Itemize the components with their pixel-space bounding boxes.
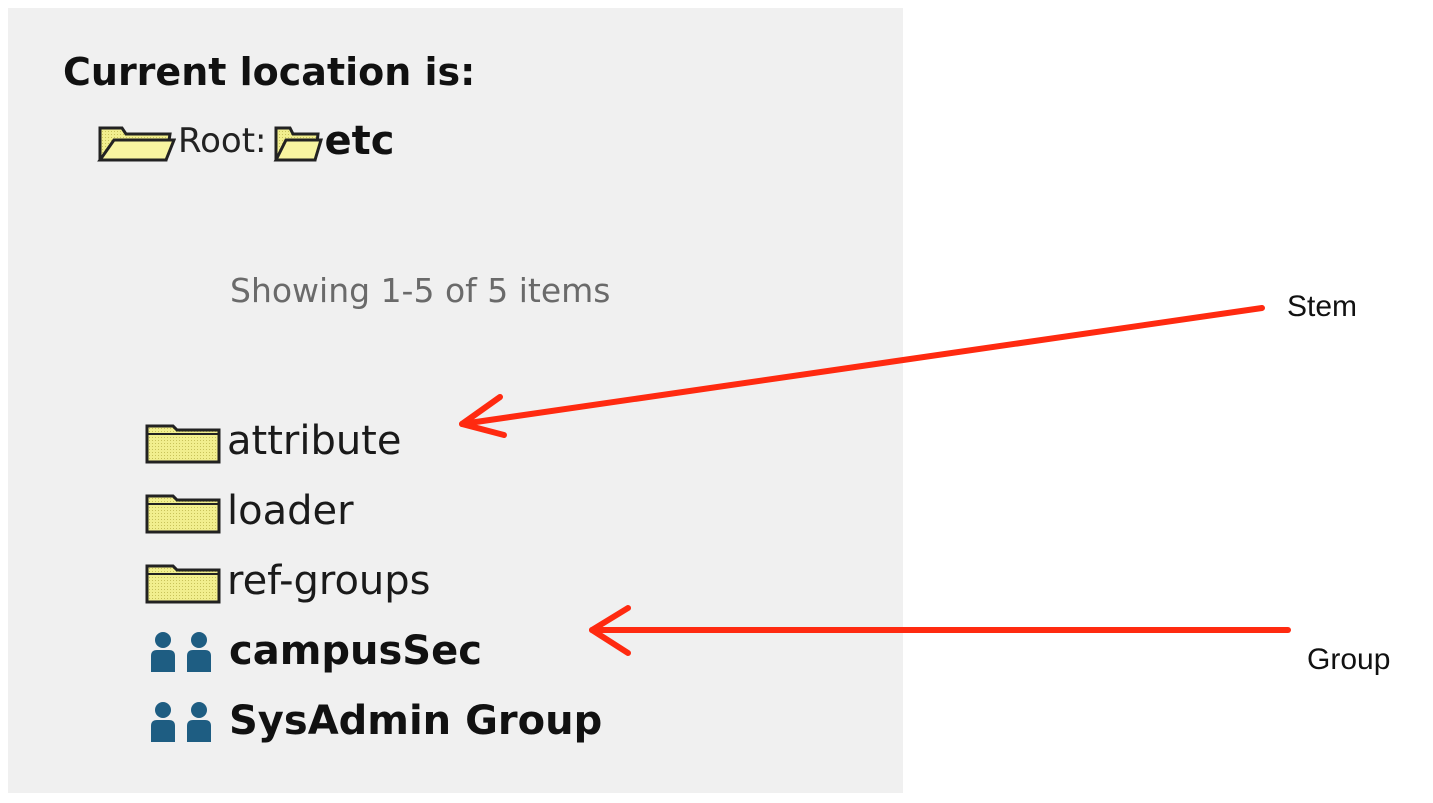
annotation-arrows bbox=[459, 305, 1291, 656]
stem-callout-label: Stem bbox=[1287, 290, 1358, 323]
group-callout-label: Group bbox=[1307, 643, 1391, 676]
group-arrow bbox=[589, 605, 1291, 656]
stem-arrow bbox=[459, 305, 1265, 438]
